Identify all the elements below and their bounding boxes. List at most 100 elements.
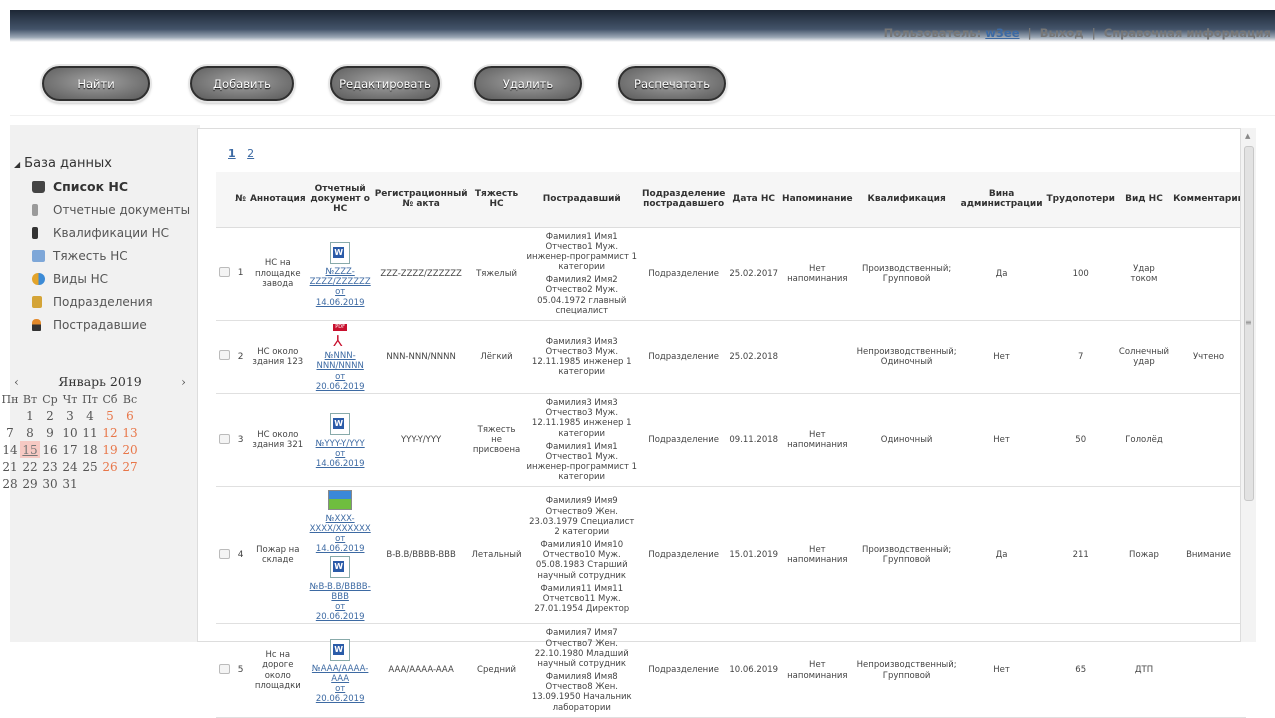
calendar-day[interactable]: 6 bbox=[120, 407, 140, 424]
column-header[interactable]: Дата НС bbox=[727, 172, 781, 228]
calendar-day[interactable]: 24 bbox=[60, 458, 80, 475]
calendar-day[interactable]: 5 bbox=[100, 407, 120, 424]
calendar-day[interactable]: 25 bbox=[80, 458, 100, 475]
column-header[interactable]: Подразделение пострадавшего bbox=[639, 172, 728, 228]
word-icon[interactable]: W bbox=[330, 241, 351, 264]
column-header[interactable]: Комментарии bbox=[1171, 172, 1246, 228]
find-button[interactable]: Найти bbox=[42, 66, 150, 101]
tree-item-reports[interactable]: Отчетные документы bbox=[14, 198, 190, 221]
calendar-day[interactable]: 4 bbox=[80, 407, 100, 424]
calendar-day[interactable]: 11 bbox=[80, 424, 100, 441]
row-select-cell[interactable] bbox=[216, 623, 234, 718]
page-link-2[interactable]: 2 bbox=[247, 147, 254, 160]
calendar-day[interactable]: 21 bbox=[0, 458, 20, 475]
report-doc-link[interactable]: №AAA/AAAA-AAA bbox=[310, 664, 371, 684]
help-link[interactable]: Справочная информация bbox=[1104, 26, 1271, 40]
report-doc-link[interactable]: №ZZZ-ZZZZ/ZZZZZZ bbox=[310, 267, 371, 287]
calendar-prev-button[interactable]: ‹ bbox=[14, 374, 19, 389]
calendar-day-today[interactable]: 15 bbox=[20, 441, 40, 458]
table-row[interactable]: 1 НС на площадке завода W №ZZZ-ZZZZ/ZZZZZZ о… bbox=[216, 227, 1246, 321]
report-doc-date[interactable]: от 14.06.2019 bbox=[310, 449, 371, 469]
word-icon[interactable]: W bbox=[330, 413, 351, 436]
edit-button[interactable]: Редактировать bbox=[330, 66, 440, 101]
column-header[interactable]: Трудопотери bbox=[1044, 172, 1117, 228]
calendar-day[interactable]: 12 bbox=[100, 424, 120, 441]
report-doc-date[interactable]: от 14.06.2019 bbox=[310, 534, 371, 554]
column-header[interactable]: Квалификация bbox=[854, 172, 959, 228]
calendar-day[interactable]: 22 bbox=[20, 458, 40, 475]
calendar-day[interactable]: 23 bbox=[40, 458, 60, 475]
calendar-day[interactable]: 13 bbox=[120, 424, 140, 441]
calendar-day[interactable]: 2 bbox=[40, 407, 60, 424]
report-doc-date[interactable]: от 20.06.2019 bbox=[310, 602, 371, 622]
calendar-day[interactable]: 16 bbox=[40, 441, 60, 458]
calendar-next-button[interactable]: › bbox=[181, 374, 186, 389]
image-icon[interactable] bbox=[328, 490, 353, 511]
word-icon[interactable]: W bbox=[330, 556, 351, 579]
calendar-day[interactable]: 18 bbox=[80, 441, 100, 458]
user-name-link[interactable]: w3ee bbox=[985, 26, 1019, 40]
tree-root[interactable]: ◢ База данных bbox=[14, 156, 190, 171]
page-link-1[interactable]: 1 bbox=[228, 147, 236, 160]
pdf-icon[interactable]: PDF ⅄ bbox=[330, 324, 350, 350]
row-checkbox-icon[interactable] bbox=[219, 433, 231, 444]
calendar-day[interactable]: 29 bbox=[20, 475, 40, 492]
table-row[interactable]: 5 Нс на дороге около площадки W №AAA/AAAA-A… bbox=[216, 623, 1246, 718]
scroll-up-icon[interactable]: ▲ bbox=[1245, 132, 1250, 140]
vertical-scrollbar[interactable]: ▲ ≡ bbox=[1240, 128, 1256, 642]
calendar-day[interactable]: 19 bbox=[100, 441, 120, 458]
tree-item-severity[interactable]: Тяжесть НС bbox=[14, 244, 190, 267]
row-checkbox-icon[interactable] bbox=[219, 267, 231, 278]
print-button[interactable]: Распечатать bbox=[618, 66, 726, 101]
report-doc-date[interactable]: от 20.06.2019 bbox=[310, 372, 371, 392]
calendar-day[interactable]: 30 bbox=[40, 475, 60, 492]
column-header[interactable]: № bbox=[233, 172, 248, 228]
report-doc-link[interactable]: №B-B.B/BBBB-BBB bbox=[310, 582, 371, 602]
calendar-day[interactable]: 27 bbox=[120, 458, 140, 475]
add-button[interactable]: Добавить bbox=[190, 66, 294, 101]
calendar-day[interactable]: 10 bbox=[60, 424, 80, 441]
calendar-day[interactable]: 26 bbox=[100, 458, 120, 475]
tree-item-victims[interactable]: Пострадавшие bbox=[14, 313, 190, 336]
report-doc-date[interactable]: от 14.06.2019 bbox=[310, 287, 371, 307]
calendar-day[interactable]: 20 bbox=[120, 441, 140, 458]
calendar-day[interactable]: 9 bbox=[40, 424, 60, 441]
report-doc-link[interactable]: №YYY-Y/YYY bbox=[310, 439, 371, 449]
column-header[interactable]: Тяжесть НС bbox=[469, 172, 524, 228]
table-row[interactable]: 3 НС около здания 321 W №YYY-Y/YYY от 14.06.… bbox=[216, 393, 1246, 488]
column-header[interactable]: Регистрационный № акта bbox=[372, 172, 470, 228]
column-header[interactable]: Отчетный документ о НС bbox=[307, 172, 373, 228]
column-header[interactable]: Напоминание bbox=[780, 172, 855, 228]
calendar-day[interactable]: 1 bbox=[20, 407, 40, 424]
tree-item-departments[interactable]: Подразделения bbox=[14, 290, 190, 313]
column-header[interactable]: Вина администрации bbox=[958, 172, 1045, 228]
row-checkbox-icon[interactable] bbox=[219, 663, 231, 674]
row-select-cell[interactable] bbox=[216, 486, 234, 625]
tree-item-incident-list[interactable]: Список НС bbox=[14, 175, 190, 198]
column-header[interactable]: Вид НС bbox=[1116, 172, 1172, 228]
report-doc-link[interactable]: №NNN-NNN/NNNN bbox=[310, 351, 371, 371]
report-doc-link[interactable]: №XXX-XXXX/XXXXXX bbox=[310, 514, 371, 534]
column-header[interactable]: Пострадавший bbox=[523, 172, 640, 228]
tree-item-qualifications[interactable]: Квалификации НС bbox=[14, 221, 190, 244]
logout-link[interactable]: Выход bbox=[1040, 26, 1084, 40]
calendar-day[interactable]: 14 bbox=[0, 441, 20, 458]
row-checkbox-icon[interactable] bbox=[219, 548, 231, 559]
row-select-cell[interactable] bbox=[216, 320, 234, 394]
collapse-arrow-icon[interactable]: ◢ bbox=[14, 160, 20, 169]
row-select-cell[interactable] bbox=[216, 393, 234, 488]
report-doc-date[interactable]: от 20.06.2019 bbox=[310, 684, 371, 704]
calendar-day[interactable]: 28 bbox=[0, 475, 20, 492]
delete-button[interactable]: Удалить bbox=[474, 66, 582, 101]
calendar-day[interactable]: 7 bbox=[0, 424, 20, 441]
tree-item-types[interactable]: Виды НС bbox=[14, 267, 190, 290]
calendar-day[interactable]: 31 bbox=[60, 475, 80, 492]
calendar-day[interactable]: 3 bbox=[60, 407, 80, 424]
row-checkbox-icon[interactable] bbox=[219, 350, 231, 361]
table-row[interactable]: 2 НС около здания 123 PDF ⅄ №NNN-NNN/NNNN от … bbox=[216, 320, 1246, 394]
calendar-day[interactable]: 17 bbox=[60, 441, 80, 458]
row-select-cell[interactable] bbox=[216, 227, 234, 321]
column-header[interactable]: Аннотация bbox=[247, 172, 308, 228]
table-row[interactable]: 4 Пожар на складе №XXX-XXXX/XXXXXX от 14.06… bbox=[216, 486, 1246, 625]
calendar-day[interactable]: 8 bbox=[20, 424, 40, 441]
